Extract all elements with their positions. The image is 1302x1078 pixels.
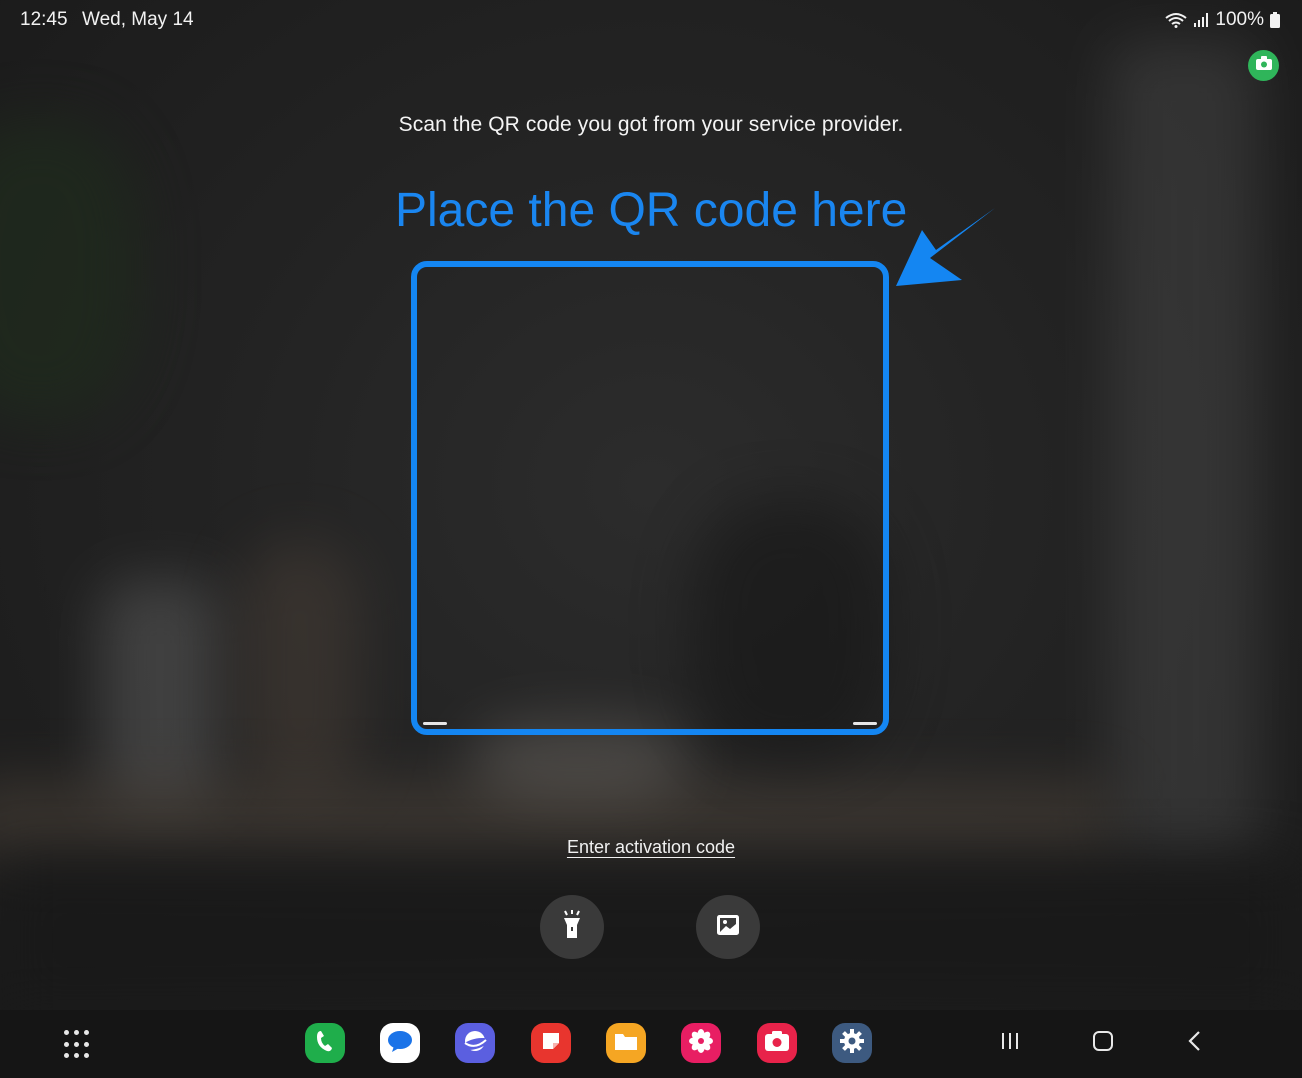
app-files[interactable] xyxy=(606,1023,646,1063)
recents-button[interactable] xyxy=(995,1028,1025,1058)
app-internet[interactable] xyxy=(455,1023,495,1063)
app-phone[interactable] xyxy=(305,1023,345,1063)
flashlight-button[interactable] xyxy=(540,895,604,959)
activation-link-row: Enter activation code xyxy=(0,837,1302,858)
home-icon xyxy=(1092,1030,1114,1057)
signal-icon xyxy=(1193,12,1209,28)
scan-instruction: Scan the QR code you got from your servi… xyxy=(398,113,904,136)
frame-corner-left xyxy=(423,722,447,725)
message-icon xyxy=(387,1029,413,1058)
taskbar xyxy=(0,1010,1302,1078)
battery-text: 100% xyxy=(1215,9,1264,30)
camera-icon xyxy=(764,1030,790,1057)
app-gallery[interactable] xyxy=(681,1023,721,1063)
frame-corner-right xyxy=(853,722,877,725)
grid-icon xyxy=(64,1030,94,1060)
app-settings[interactable] xyxy=(832,1023,872,1063)
recents-icon xyxy=(999,1031,1021,1056)
status-date: Wed, May 14 xyxy=(82,9,194,30)
wifi-icon xyxy=(1165,12,1188,28)
gallery-button[interactable] xyxy=(696,895,760,959)
annotation-arrow-icon xyxy=(896,208,995,286)
status-time: 12:45 xyxy=(20,9,68,30)
app-drawer-button[interactable] xyxy=(64,1030,94,1060)
app-notes[interactable] xyxy=(531,1023,571,1063)
camera-icon xyxy=(1255,56,1272,75)
status-bar: 12:45 Wed, May 14 100% xyxy=(0,0,1302,42)
enter-activation-code-link[interactable]: Enter activation code xyxy=(567,837,735,857)
gear-icon xyxy=(839,1028,865,1059)
phone-icon xyxy=(315,1029,335,1058)
folder-icon xyxy=(613,1030,639,1057)
home-button[interactable] xyxy=(1088,1028,1118,1058)
flower-icon xyxy=(688,1028,714,1059)
app-screen-recorder[interactable] xyxy=(757,1023,797,1063)
qr-scan-frame xyxy=(411,261,889,735)
camera-in-use-indicator xyxy=(1248,50,1279,81)
notes-icon xyxy=(539,1029,563,1058)
status-icons: 100% xyxy=(1165,9,1280,31)
back-button[interactable] xyxy=(1180,1028,1210,1058)
app-messages[interactable] xyxy=(380,1023,420,1063)
battery-icon xyxy=(1270,12,1280,28)
flashlight-icon xyxy=(561,909,583,945)
annotation-label: Place the QR code here xyxy=(395,184,908,237)
back-icon xyxy=(1187,1030,1203,1057)
image-icon xyxy=(716,914,740,941)
browser-icon xyxy=(461,1028,489,1059)
